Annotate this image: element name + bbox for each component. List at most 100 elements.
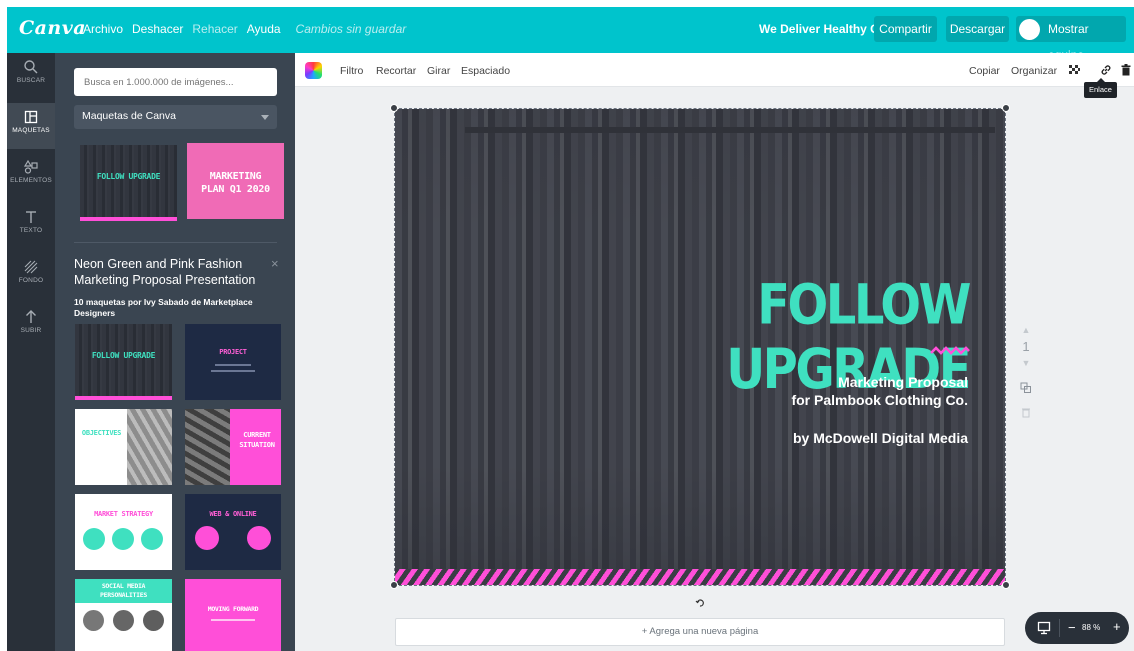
text-icon <box>26 211 36 223</box>
filter-button[interactable]: Filtro <box>340 65 363 77</box>
transparency-icon[interactable] <box>1067 63 1081 77</box>
thumb-text-line <box>211 619 255 621</box>
team-name[interactable]: We Deliver Healthy Co. <box>759 22 890 36</box>
thumb-stripe <box>80 217 177 221</box>
canva-editor: Canva Archivo Deshacer Rehacer Ayuda Cam… <box>7 7 1134 651</box>
page-controls: ▲ 1 ▼ <box>1018 325 1034 418</box>
template-thumb-project[interactable]: PROJECT <box>185 324 281 400</box>
panel-divider <box>74 242 277 243</box>
rail-item-background[interactable]: FONDO <box>7 253 55 299</box>
thumb-circle <box>141 528 163 550</box>
move-down-icon[interactable]: ▼ <box>1018 358 1034 368</box>
menu-redo[interactable]: Rehacer <box>192 22 237 36</box>
spacing-button[interactable]: Espaciado <box>461 65 510 77</box>
thumb-title: MARKET STRATEGY <box>94 510 153 518</box>
thumb-title: FOLLOW UPGRADE <box>91 351 156 360</box>
rail-item-elements[interactable]: ELEMENTOS <box>7 153 55 199</box>
subtitle-line-1[interactable]: Marketing Proposal <box>838 374 968 390</box>
thumb-photo <box>127 409 172 485</box>
left-rail: BUSCAR MAQUETAS ELEMENTOS TEXTO FONDO SU… <box>7 53 55 651</box>
thumb-circle <box>112 528 134 550</box>
squiggle-decoration[interactable] <box>930 345 970 355</box>
delete-page-icon[interactable] <box>1020 406 1032 418</box>
share-button[interactable]: Compartir <box>874 16 937 42</box>
crop-button[interactable]: Recortar <box>376 65 416 77</box>
page-number: 1 <box>1022 339 1030 354</box>
flip-button[interactable]: Girar <box>427 65 450 77</box>
layout-source-select[interactable]: Maquetas de Canva <box>74 105 277 129</box>
thumb-text-line <box>215 364 251 366</box>
canva-logo[interactable]: Canva <box>19 17 86 39</box>
rail-item-upload[interactable]: SUBIR <box>7 303 55 349</box>
menu-help[interactable]: Ayuda <box>247 22 281 36</box>
author-line[interactable]: by McDowell Digital Media <box>793 430 968 446</box>
thumb-title-1: CURRENT <box>243 431 271 439</box>
zoom-control: − 88 % + <box>1025 612 1129 644</box>
download-button[interactable]: Descargar <box>946 16 1009 42</box>
duplicate-page-icon[interactable] <box>1020 382 1032 394</box>
thumb-portrait <box>83 610 104 631</box>
template-thumb-web-online[interactable]: WEB & ONLINE <box>185 494 281 570</box>
resize-handle-bottom-right[interactable] <box>1002 581 1010 589</box>
template-thumb-objectives[interactable]: OBJECTIVES <box>75 409 172 485</box>
template-thumb-social-media[interactable]: SOCIAL MEDIA PERSONALITIES <box>75 579 172 651</box>
thumb-portrait <box>113 610 134 631</box>
template-thumb-market-strategy[interactable]: MARKET STRATEGY <box>75 494 172 570</box>
link-icon[interactable] <box>1099 63 1113 77</box>
arrange-button[interactable]: Organizar <box>1011 65 1057 77</box>
rail-label: TEXTO <box>19 227 43 234</box>
avatar[interactable] <box>1019 19 1040 40</box>
featured-template-marketing-plan[interactable]: MARKETING PLAN Q1 2020 <box>187 143 284 219</box>
thumb-circle <box>247 526 271 550</box>
template-set-author[interactable]: 10 maquetas por Ivy Sabado de Marketplac… <box>74 297 264 319</box>
rail-item-layouts[interactable]: MAQUETAS <box>7 103 55 149</box>
thumb-title-1: MARKETING <box>209 171 262 182</box>
elements-icon <box>23 159 38 174</box>
menu-undo[interactable]: Deshacer <box>132 22 183 36</box>
copy-button[interactable]: Copiar <box>969 65 1000 77</box>
thumb-title: PROJECT <box>219 348 247 356</box>
rail-item-search[interactable]: BUSCAR <box>7 53 55 99</box>
resize-handle-bottom-left[interactable] <box>390 581 398 589</box>
layouts-panel: Maquetas de Canva FOLLOW UPGRADE MARKETI… <box>55 53 295 651</box>
move-up-icon[interactable]: ▲ <box>1018 325 1034 335</box>
color-picker[interactable] <box>305 62 322 79</box>
zoom-out-button[interactable]: − <box>1068 620 1076 635</box>
thumb-title-2: SITUATION <box>239 441 275 449</box>
design-page[interactable]: FOLLOW UPGRADE Marketing Proposal for Pa… <box>395 109 1005 585</box>
thumb-title: WEB & ONLINE <box>209 510 257 518</box>
layouts-icon <box>24 110 38 124</box>
zoom-divider <box>1059 619 1060 637</box>
thumb-circle <box>83 528 105 550</box>
rotate-icon[interactable] <box>695 598 705 608</box>
thumb-circle <box>195 526 219 550</box>
search-icon <box>24 60 38 74</box>
resize-handle-top-left[interactable] <box>390 104 398 112</box>
menu-file[interactable]: Archivo <box>83 22 123 36</box>
present-icon[interactable] <box>1037 621 1051 635</box>
rail-label: SUBIR <box>20 327 42 334</box>
resize-handle-top-right[interactable] <box>1002 104 1010 112</box>
template-thumb-moving-forward[interactable]: MOVING FORWARD <box>185 579 281 651</box>
thumb-portrait <box>143 610 164 631</box>
subtitle-line-2[interactable]: for Palmbook Clothing Co. <box>791 392 968 408</box>
rail-label: FONDO <box>18 277 44 284</box>
thumb-title-1: SOCIAL MEDIA <box>101 582 146 590</box>
trash-icon[interactable] <box>1119 63 1133 77</box>
rail-label: BUSCAR <box>16 77 46 84</box>
pink-stripe-band[interactable] <box>395 569 1005 585</box>
featured-template-follow-upgrade[interactable]: FOLLOW UPGRADE <box>80 145 177 221</box>
zoom-in-button[interactable]: + <box>1113 619 1121 634</box>
image-search-input[interactable] <box>74 68 277 96</box>
close-icon[interactable]: × <box>271 256 279 271</box>
add-page-button[interactable]: + Agrega una nueva página <box>395 618 1005 646</box>
zoom-level[interactable]: 88 % <box>1082 623 1100 632</box>
template-thumb-follow-upgrade[interactable]: FOLLOW UPGRADE <box>75 324 172 400</box>
rail-label: ELEMENTOS <box>10 177 52 184</box>
editor-toolbar: Filtro Recortar Girar Espaciado Copiar O… <box>295 53 1134 87</box>
rail-item-text[interactable]: TEXTO <box>7 203 55 249</box>
save-status: Cambios sin guardar <box>295 22 407 36</box>
thumb-text-line <box>211 370 255 372</box>
template-thumb-current-situation[interactable]: CURRENT SITUATION <box>185 409 281 485</box>
template-set-title: Neon Green and Pink Fashion Marketing Pr… <box>74 257 256 287</box>
